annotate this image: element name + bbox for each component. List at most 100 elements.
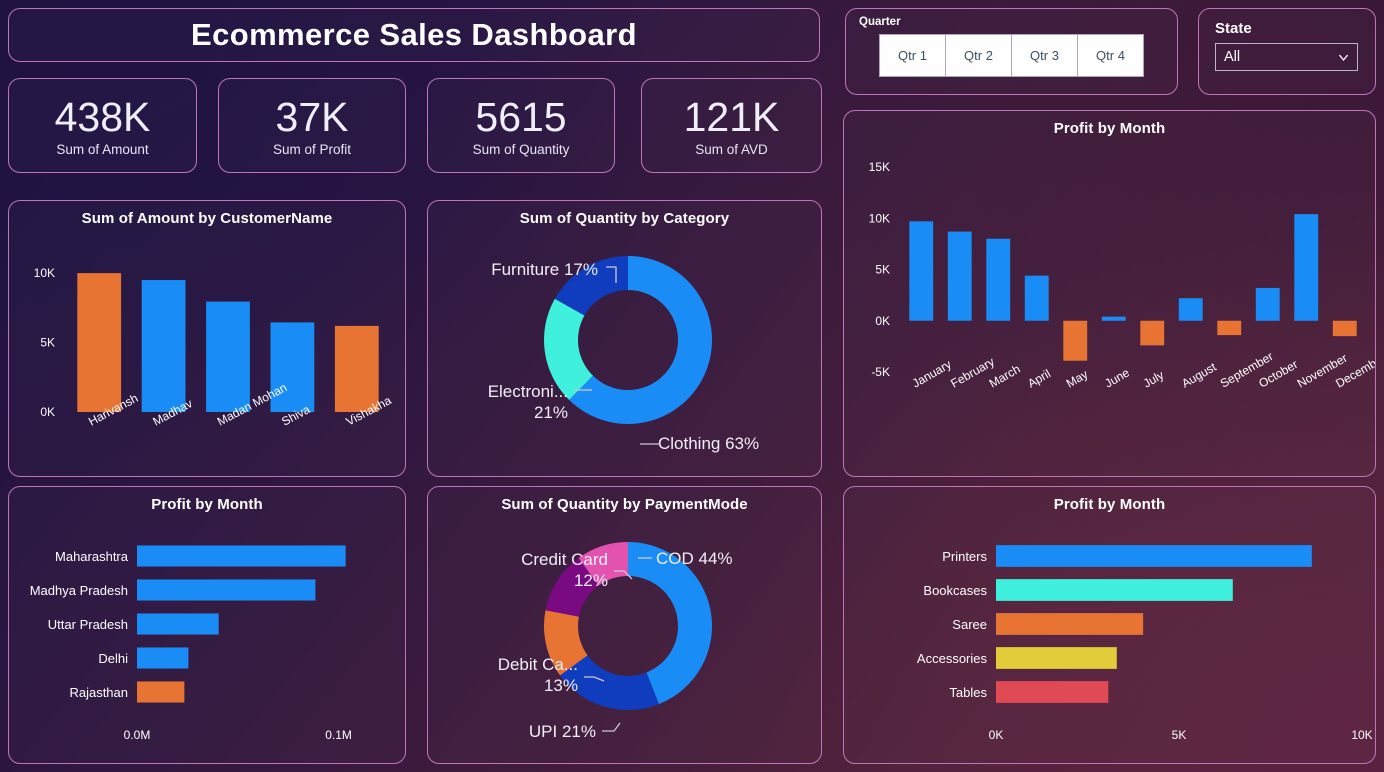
bar[interactable] [1332, 320, 1357, 337]
donut-label: Furniture 17% [491, 260, 598, 279]
category-label: Uttar Pradesh [48, 617, 128, 632]
page-title: Ecommerce Sales Dashboard [191, 17, 637, 52]
bar[interactable] [137, 681, 185, 703]
bar[interactable] [996, 681, 1109, 703]
kpi-label: Sum of Profit [272, 141, 352, 157]
kpi-card-sum-of-avd: 121K Sum of AVD [641, 78, 822, 173]
bar[interactable] [1294, 214, 1319, 321]
bar[interactable] [996, 545, 1312, 567]
bar[interactable] [77, 273, 122, 412]
bar[interactable] [1178, 298, 1203, 321]
chevron-down-icon [1338, 54, 1349, 61]
chart-card-sum-of-quantity-by-paymentmode: Sum of Quantity by PaymentMode Credit Ca… [427, 486, 822, 764]
x-axis-label: January [910, 357, 954, 390]
bar[interactable] [141, 280, 186, 412]
category-label: Accessories [917, 651, 988, 666]
y-axis-ticks: -5K 0K 5K 10K 15K [869, 160, 890, 379]
bar-series [137, 545, 346, 703]
kpi-label: Sum of Amount [56, 141, 149, 157]
category-label: Tables [949, 685, 987, 700]
svg-text:10K: 10K [34, 266, 55, 280]
kpi-value: 121K [683, 93, 780, 140]
kpi-card-sum-of-quantity: 5615 Sum of Quantity [427, 78, 615, 173]
category-label: Delhi [98, 651, 128, 666]
kpi-value: 37K [275, 93, 349, 140]
quarter-button-qtr2[interactable]: Qtr 2 [945, 34, 1012, 77]
svg-text:0K: 0K [40, 405, 55, 419]
bar[interactable] [947, 231, 972, 321]
chart-title: Sum of Amount by CustomerName [81, 210, 333, 227]
svg-text:15K: 15K [869, 160, 890, 174]
x-axis-label: May [1064, 367, 1091, 390]
chart-card-profit-by-product: Profit by Month Printers Bookcases Saree Ac… [843, 486, 1376, 764]
chart-title: Profit by Month [1053, 120, 1166, 137]
state-slicer-label: State [1215, 20, 1252, 37]
bar-series [909, 214, 1357, 361]
x-axis-label: July [1141, 368, 1166, 391]
quarter-button-qtr1[interactable]: Qtr 1 [879, 34, 946, 77]
y-axis-ticks: 0K 5K 10K [34, 266, 55, 419]
bar[interactable] [137, 545, 346, 567]
dashboard-title-card: Ecommerce Sales Dashboard [8, 8, 820, 62]
leader-line [602, 722, 621, 732]
state-dropdown[interactable]: All [1215, 43, 1358, 71]
donut-label: Debit Ca... [498, 655, 578, 674]
bar[interactable] [1101, 316, 1126, 321]
bar[interactable] [137, 647, 189, 669]
quarter-button-qtr4[interactable]: Qtr 4 [1077, 34, 1144, 77]
kpi-value: 438K [54, 93, 151, 140]
quarter-slicer-card: Quarter Qtr 1 Qtr 2 Qtr 3 Qtr 4 [845, 8, 1178, 95]
bar[interactable] [986, 238, 1011, 321]
kpi-card-sum-of-profit: 37K Sum of Profit [218, 78, 406, 173]
quarter-button-qtr3[interactable]: Qtr 3 [1011, 34, 1078, 77]
category-label: Rajasthan [69, 685, 128, 700]
bar[interactable] [206, 301, 250, 412]
bar[interactable] [996, 579, 1233, 601]
bar[interactable] [1140, 320, 1165, 346]
x-axis-tick: 0K [989, 728, 1004, 742]
category-labels: Printers Bookcases Saree Accessories Tables [917, 549, 988, 700]
chart-canvas-paymentmode-donut: Credit Card 12% COD 44% Debit Ca... 13% UPI 2… [498, 542, 733, 741]
bar[interactable] [137, 579, 316, 601]
kpi-card-sum-of-amount: 438K Sum of Amount [8, 78, 197, 173]
x-axis-tick: 10K [1351, 728, 1372, 742]
svg-text:0K: 0K [875, 314, 890, 328]
bar[interactable] [996, 647, 1117, 669]
category-label: Maharashtra [55, 549, 129, 564]
bar[interactable] [996, 613, 1144, 635]
bar-series [996, 545, 1312, 703]
category-label: Madhya Pradesh [30, 583, 128, 598]
svg-text:-5K: -5K [871, 365, 890, 379]
donut-slices [544, 256, 712, 424]
bar[interactable] [1217, 320, 1242, 336]
donut-label: 21% [534, 403, 568, 422]
x-axis-tick: 5K [1172, 728, 1187, 742]
bar[interactable] [1024, 275, 1049, 321]
chart-canvas-profit-by-state: Maharashtra Madhya Pradesh Uttar Pradesh De… [30, 545, 352, 742]
chart-card-sum-of-quantity-by-category: Sum of Quantity by Category Furniture 17… [427, 200, 822, 477]
bar[interactable] [137, 613, 219, 635]
x-axis-label: June [1102, 365, 1132, 390]
kpi-label: Sum of Quantity [472, 141, 570, 157]
bar[interactable] [909, 221, 934, 321]
category-label: Bookcases [923, 583, 987, 598]
category-label: Saree [952, 617, 987, 632]
x-axis-ticks: 0.0M 0.1M [124, 728, 352, 742]
kpi-label: Sum of AVD [695, 141, 768, 157]
category-labels: Maharashtra Madhya Pradesh Uttar Pradesh De… [30, 549, 129, 700]
x-axis-labels: JanuaryFebruaryMarch April May June July Augu… [910, 349, 1375, 391]
chart-title: Profit by Month [1053, 496, 1166, 513]
chart-title: Profit by Month [151, 496, 263, 513]
kpi-value: 5615 [475, 93, 567, 140]
x-axis-label: April [1025, 366, 1053, 390]
bar[interactable] [334, 325, 379, 412]
chart-canvas-profit-by-month: -5K0K5K10K15K JanuaryFebruaryMarch April M… [869, 160, 1375, 391]
bar[interactable] [1255, 287, 1280, 321]
x-axis-label: August [1179, 359, 1219, 390]
donut-label: UPI 21% [529, 722, 596, 741]
chart-card-profit-by-state: Profit by Month Maharashtra Madhya Prades… [8, 486, 406, 764]
bar[interactable] [1063, 320, 1088, 361]
donut-label: 12% [574, 571, 608, 590]
chart-canvas-customer-amount: 0K5K10K Harivansh Madhav Madan MohanShiva V… [34, 266, 394, 429]
chart-title: Sum of Quantity by Category [519, 210, 730, 227]
